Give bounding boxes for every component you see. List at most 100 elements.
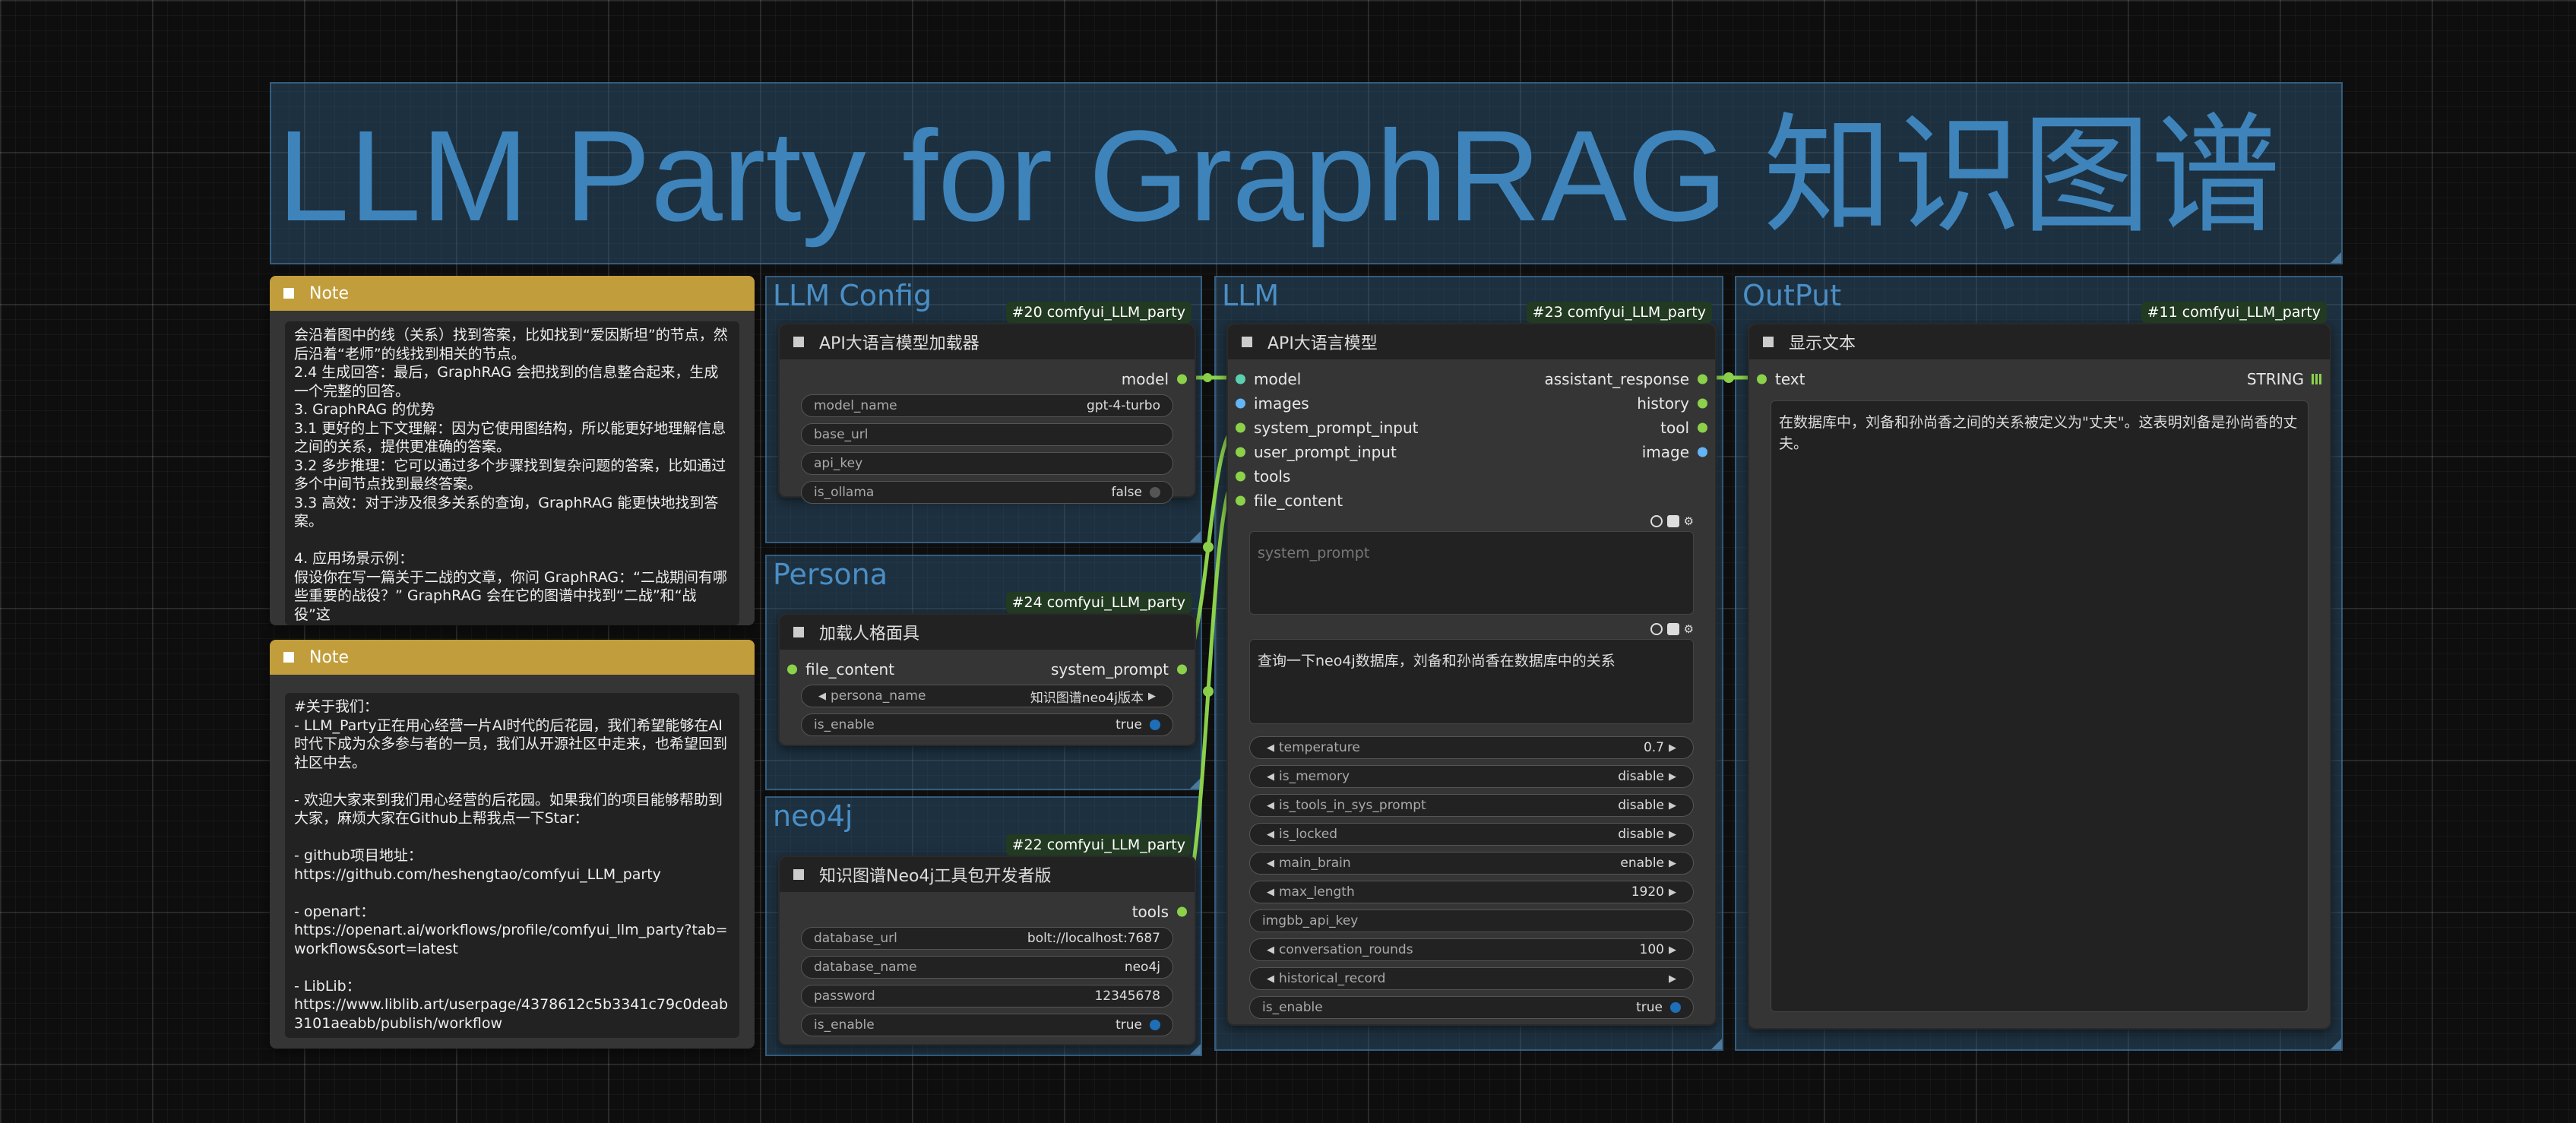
widget-database-name[interactable]: database_name neo4j (801, 956, 1173, 979)
arrow-left-icon[interactable]: ◀ (818, 691, 826, 702)
widget-imgbb-api-key[interactable]: imgbb_api_key (1249, 909, 1694, 932)
collapse-dot-icon[interactable] (283, 288, 294, 299)
widget-is-ollama[interactable]: is_ollama false (801, 481, 1173, 504)
arrow-left-icon[interactable]: ◀ (1267, 858, 1274, 869)
textarea-controls[interactable]: ⚙ (1650, 622, 1694, 636)
node-header[interactable]: 知识图谱Neo4j工具包开发者版 (780, 857, 1195, 892)
arrow-right-icon[interactable]: ▶ (1669, 858, 1676, 869)
arrow-left-icon[interactable]: ◀ (1267, 771, 1274, 783)
output-socket-icon[interactable] (1698, 422, 1707, 433)
node-api-llm-loader[interactable]: #20 comfyui_LLM_party API大语言模型加载器 model … (778, 302, 1196, 504)
input-tools[interactable]: tools (1236, 467, 1290, 486)
note-graphrag[interactable]: Note 会沿着图中的线（关系）找到答案，比如找到“爱因斯坦”的节点，然后沿着“… (270, 276, 755, 625)
arrow-left-icon[interactable]: ◀ (1267, 800, 1274, 811)
node-api-llm[interactable]: #23 comfyui_LLM_party API大语言模型 model ima… (1226, 302, 1717, 1026)
widget-database-url[interactable]: database_url bolt://localhost:7687 (801, 927, 1173, 950)
collapse-dot-icon[interactable] (1242, 337, 1252, 347)
widget-temperature[interactable]: ◀ temperature 0.7 ▶ (1249, 736, 1694, 759)
widget-persona-name[interactable]: ◀ persona_name 知识图谱neo4j版本 ▶ (801, 685, 1173, 707)
output-string[interactable]: STRING (2247, 370, 2322, 388)
output-socket-icon[interactable] (1177, 664, 1187, 675)
arrow-right-icon[interactable]: ▶ (1669, 800, 1676, 811)
output-tools[interactable]: tools (1132, 903, 1187, 921)
widget-is-memory[interactable]: ◀ is_memory disable ▶ (1249, 765, 1694, 788)
settings-icon[interactable]: ⚙ (1684, 514, 1694, 528)
widget-main-brain[interactable]: ◀ main_brain enable ▶ (1249, 852, 1694, 875)
widget-password[interactable]: password 12345678 (801, 985, 1173, 1008)
arrow-right-icon[interactable]: ▶ (1669, 944, 1676, 956)
note-text[interactable]: #关于我们： - LLM_Party正在用心经营一片AI时代的后花园，我们希望能… (285, 693, 739, 1038)
group-resize-handle[interactable] (1190, 778, 1201, 789)
group-resize-handle[interactable] (1190, 1044, 1201, 1055)
input-socket-icon[interactable] (1236, 447, 1245, 457)
arrow-left-icon[interactable]: ◀ (1267, 973, 1274, 985)
collapse-dot-icon[interactable] (793, 869, 804, 880)
input-socket-icon[interactable] (1236, 422, 1245, 433)
node-header[interactable]: API大语言模型 (1228, 324, 1715, 359)
arrow-right-icon[interactable]: ▶ (1669, 887, 1676, 898)
toggle-on-icon[interactable] (1150, 1020, 1160, 1030)
collapse-dot-icon[interactable] (283, 652, 294, 663)
user-prompt-textarea[interactable]: 查询一下neo4j数据库，刘备和孙尚香在数据库中的关系 (1249, 639, 1694, 724)
textarea-controls[interactable]: ⚙ (1650, 514, 1694, 528)
output-tool[interactable]: tool (1660, 419, 1707, 437)
system-prompt-textarea[interactable]: system_prompt (1249, 531, 1694, 615)
arrow-left-icon[interactable]: ◀ (1267, 829, 1274, 840)
widget-is-enable[interactable]: is_enable true (1249, 996, 1694, 1019)
arrow-left-icon[interactable]: ◀ (1267, 742, 1274, 754)
input-socket-icon[interactable] (1236, 374, 1245, 384)
arrow-left-icon[interactable]: ◀ (1267, 887, 1274, 898)
toggle-on-icon[interactable] (1670, 1002, 1681, 1013)
display-text-area[interactable]: 在数据库中，刘备和孙尚香之间的关系被定义为"丈夫"。这表明刘备是孙尚香的丈夫。 (1771, 400, 2309, 1012)
output-grid-socket-icon[interactable] (2312, 374, 2322, 384)
node-header[interactable]: API大语言模型加载器 (780, 324, 1195, 359)
widget-is-enable[interactable]: is_enable true (801, 713, 1173, 736)
node-neo4j-toolkit[interactable]: #22 comfyui_LLM_party 知识图谱Neo4j工具包开发者版 t… (778, 834, 1196, 1045)
toggle-off-icon[interactable] (1150, 487, 1160, 498)
input-model[interactable]: model (1236, 370, 1301, 388)
widget-historical-record[interactable]: ◀ historical_record ▶ (1249, 967, 1694, 990)
node-header[interactable]: 显示文本 (1749, 324, 2330, 359)
note-text[interactable]: 会沿着图中的线（关系）找到答案，比如找到“爱因斯坦”的节点，然后沿着“老师”的线… (285, 321, 739, 625)
node-display-text[interactable]: #11 comfyui_LLM_party 显示文本 text STRING 在… (1748, 302, 2331, 1030)
input-system-prompt[interactable]: system_prompt_input (1236, 419, 1418, 437)
title-group[interactable]: LLM Party for GraphRAG 知识图谱 (270, 82, 2343, 264)
widget-is-enable[interactable]: is_enable true (801, 1014, 1173, 1036)
arrow-left-icon[interactable]: ◀ (1267, 944, 1274, 956)
checkbox-icon[interactable] (1666, 515, 1679, 527)
group-resize-handle[interactable] (2331, 252, 2341, 263)
arrow-right-icon[interactable]: ▶ (1669, 771, 1676, 783)
widget-is-locked[interactable]: ◀ is_locked disable ▶ (1249, 823, 1694, 846)
radio-icon[interactable] (1650, 623, 1663, 635)
checkbox-icon[interactable] (1666, 623, 1679, 635)
arrow-right-icon[interactable]: ▶ (1669, 829, 1676, 840)
node-load-persona[interactable]: #24 comfyui_LLM_party 加载人格面具 file_conten… (778, 592, 1196, 746)
output-system-prompt[interactable]: system_prompt (1051, 660, 1187, 679)
note-about-us[interactable]: Note #关于我们： - LLM_Party正在用心经营一片AI时代的后花园，… (270, 640, 755, 1049)
group-resize-handle[interactable] (1190, 531, 1201, 542)
input-socket-icon[interactable] (1236, 398, 1245, 409)
radio-icon[interactable] (1650, 515, 1663, 527)
widget-conversation-rounds[interactable]: ◀ conversation_rounds 100 ▶ (1249, 938, 1694, 961)
widget-model-name[interactable]: model_name gpt-4-turbo (801, 394, 1173, 417)
arrow-right-icon[interactable]: ▶ (1669, 973, 1676, 985)
note-header[interactable]: Note (270, 276, 755, 311)
output-model[interactable]: model (1122, 370, 1187, 388)
node-header[interactable]: 加载人格面具 (780, 615, 1195, 650)
input-socket-icon[interactable] (1236, 495, 1245, 506)
output-image[interactable]: image (1642, 443, 1707, 461)
arrow-right-icon[interactable]: ▶ (1669, 742, 1676, 754)
input-socket-icon[interactable] (1757, 374, 1767, 384)
output-history[interactable]: history (1637, 394, 1707, 413)
widget-max-length[interactable]: ◀ max_length 1920 ▶ (1249, 881, 1694, 903)
group-resize-handle[interactable] (1711, 1039, 1722, 1049)
widget-base-url[interactable]: base_url (801, 423, 1173, 446)
arrow-right-icon[interactable]: ▶ (1148, 691, 1156, 702)
output-socket-icon[interactable] (1698, 398, 1707, 409)
output-socket-icon[interactable] (1177, 374, 1187, 384)
input-text[interactable]: text (1757, 370, 1805, 388)
note-header[interactable]: Note (270, 640, 755, 675)
output-socket-icon[interactable] (1698, 447, 1707, 457)
input-images[interactable]: images (1236, 394, 1309, 413)
settings-icon[interactable]: ⚙ (1684, 622, 1694, 636)
